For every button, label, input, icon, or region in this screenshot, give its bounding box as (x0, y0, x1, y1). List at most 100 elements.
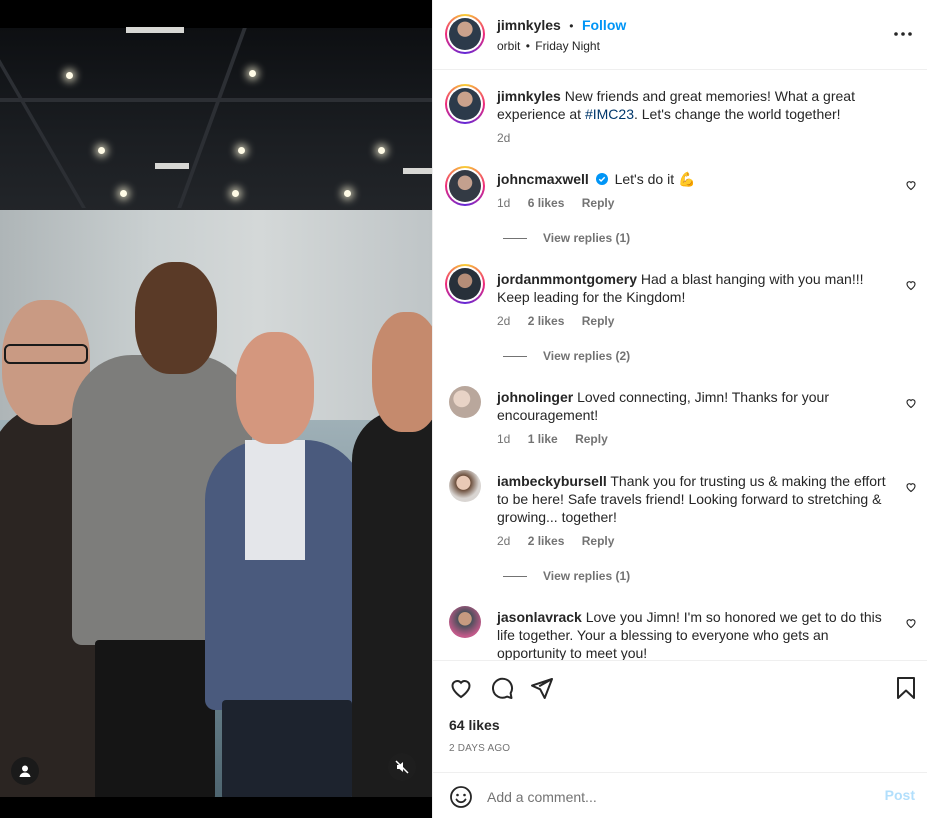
location-link[interactable]: orbit (497, 39, 520, 53)
caption-hashtag[interactable]: #IMC23 (585, 106, 634, 122)
comment-like-button[interactable] (905, 480, 917, 498)
photo-vent (126, 27, 184, 33)
emoji-button[interactable] (449, 785, 473, 814)
heart-icon (906, 281, 916, 291)
ceiling-light (66, 72, 73, 79)
post-date[interactable]: 2 DAYS AGO (449, 743, 510, 754)
more-horizontal-icon (894, 32, 912, 36)
ceiling-light (232, 190, 239, 197)
heart-icon (906, 619, 916, 629)
caption-body-end: . Let's change the world together! (633, 106, 841, 122)
post-comment-button[interactable]: Post (885, 787, 915, 803)
comment-likes[interactable]: 6 likes (528, 196, 565, 210)
follow-button[interactable]: Follow (582, 17, 626, 33)
comment-like-button[interactable] (905, 278, 917, 296)
post-header: jimnkyles • Follow orbit • Friday Night (433, 0, 927, 70)
verified-badge-icon (595, 173, 608, 185)
caption-username[interactable]: jimnkyles (497, 88, 561, 104)
ceiling-light (249, 70, 256, 77)
comment-meta: 2d 2 likes Reply (497, 534, 628, 548)
smiley-icon (450, 786, 472, 808)
mute-button[interactable] (388, 753, 416, 781)
ceiling-light (238, 147, 245, 154)
view-replies-button[interactable]: View replies (2) (503, 349, 630, 363)
ceiling-light (344, 190, 351, 197)
comment-like-button[interactable] (905, 396, 917, 414)
comment-likes[interactable]: 2 likes (528, 534, 565, 548)
photo-vent (155, 163, 189, 169)
comment-meta: 1d 1 like Reply (497, 432, 622, 446)
caption-age[interactable]: 2d (497, 131, 510, 145)
comment-text: johnolinger Loved connecting, Jimn! Than… (497, 388, 842, 424)
ceiling-light (378, 147, 385, 154)
post-photo[interactable] (0, 0, 432, 818)
comment-text: jordanmmontgomery Had a blast hanging wi… (497, 270, 892, 306)
comment-like-button[interactable] (905, 616, 917, 634)
caption-text: jimnkyles New friends and great memories… (497, 87, 892, 123)
comment-username[interactable]: jasonlavrack (497, 609, 582, 625)
view-replies-button[interactable]: View replies (1) (503, 569, 630, 583)
heart-icon (451, 680, 471, 699)
view-replies-label: View replies (1) (543, 231, 631, 245)
tagged-users-button[interactable] (11, 757, 39, 785)
comment-username[interactable]: iambeckybursell (497, 473, 607, 489)
ceiling-light (98, 147, 105, 154)
reply-button[interactable]: Reply (575, 432, 608, 446)
photo-ceiling (0, 28, 432, 213)
more-options-button[interactable] (893, 24, 913, 49)
comment-avatar[interactable] (449, 470, 481, 502)
reply-button[interactable]: Reply (582, 534, 615, 548)
paper-plane-icon (531, 678, 553, 699)
post-actions: 64 likes 2 DAYS AGO (433, 660, 927, 772)
heart-icon (906, 483, 916, 493)
comment-button[interactable] (490, 676, 514, 705)
reply-button[interactable]: Reply (582, 314, 615, 328)
comment-age[interactable]: 2d (497, 314, 510, 328)
comment-likes[interactable]: 1 like (528, 432, 558, 446)
comment-username[interactable]: johnolinger (497, 389, 573, 405)
comment-meta: 1d 6 likes Reply (497, 196, 628, 210)
likes-count[interactable]: 64 likes (449, 717, 500, 733)
like-button[interactable] (449, 676, 473, 705)
comment-age[interactable]: 2d (497, 534, 510, 548)
comment-text: jasonlavrack Love you Jimn! I'm so honor… (497, 608, 892, 660)
comment-likes[interactable]: 2 likes (528, 314, 565, 328)
user-icon (19, 765, 31, 777)
comment-avatar[interactable] (445, 264, 485, 304)
post-side-panel: jimnkyles • Follow orbit • Friday Night (432, 0, 927, 818)
comment-text: johncmaxwell Let's do it 💪 (497, 170, 892, 188)
save-button[interactable] (896, 676, 916, 705)
ceiling-light (120, 190, 127, 197)
reply-button[interactable]: Reply (582, 196, 615, 210)
caption-meta: 2d (497, 131, 524, 145)
comment-age[interactable]: 1d (497, 196, 510, 210)
muted-speaker-icon (395, 760, 409, 774)
comment-username[interactable]: johncmaxwell (497, 171, 589, 187)
replies-divider (503, 356, 527, 358)
comment-username[interactable]: jordanmmontgomery (497, 271, 637, 287)
comment-like-button[interactable] (905, 178, 917, 196)
comment-input[interactable] (485, 783, 869, 811)
share-button[interactable] (530, 676, 554, 705)
comment-text: iambeckybursell Thank you for trusting u… (497, 472, 892, 526)
comment-avatar[interactable] (449, 386, 481, 418)
caption-avatar[interactable] (445, 84, 485, 124)
author-avatar[interactable] (445, 14, 485, 54)
comment-age[interactable]: 1d (497, 432, 510, 446)
replies-divider (503, 238, 527, 240)
author-username[interactable]: jimnkyles (497, 17, 561, 33)
photo-letterbox (0, 797, 432, 818)
comment-bubble-icon (492, 677, 513, 699)
add-comment-bar: Post (433, 772, 927, 818)
comment-meta: 2d 2 likes Reply (497, 314, 628, 328)
heart-icon (906, 181, 916, 191)
view-replies-button[interactable]: View replies (1) (503, 231, 630, 245)
header-separator: • (569, 19, 574, 33)
post-subtitle: orbit • Friday Night (497, 39, 600, 53)
comment-body: Let's do it 💪 (614, 171, 696, 187)
replies-divider (503, 576, 527, 578)
audio-link[interactable]: Friday Night (535, 39, 600, 53)
comment-avatar[interactable] (449, 606, 481, 638)
comment-avatar[interactable] (445, 166, 485, 206)
comments-list[interactable]: jimnkyles New friends and great memories… (433, 70, 927, 660)
